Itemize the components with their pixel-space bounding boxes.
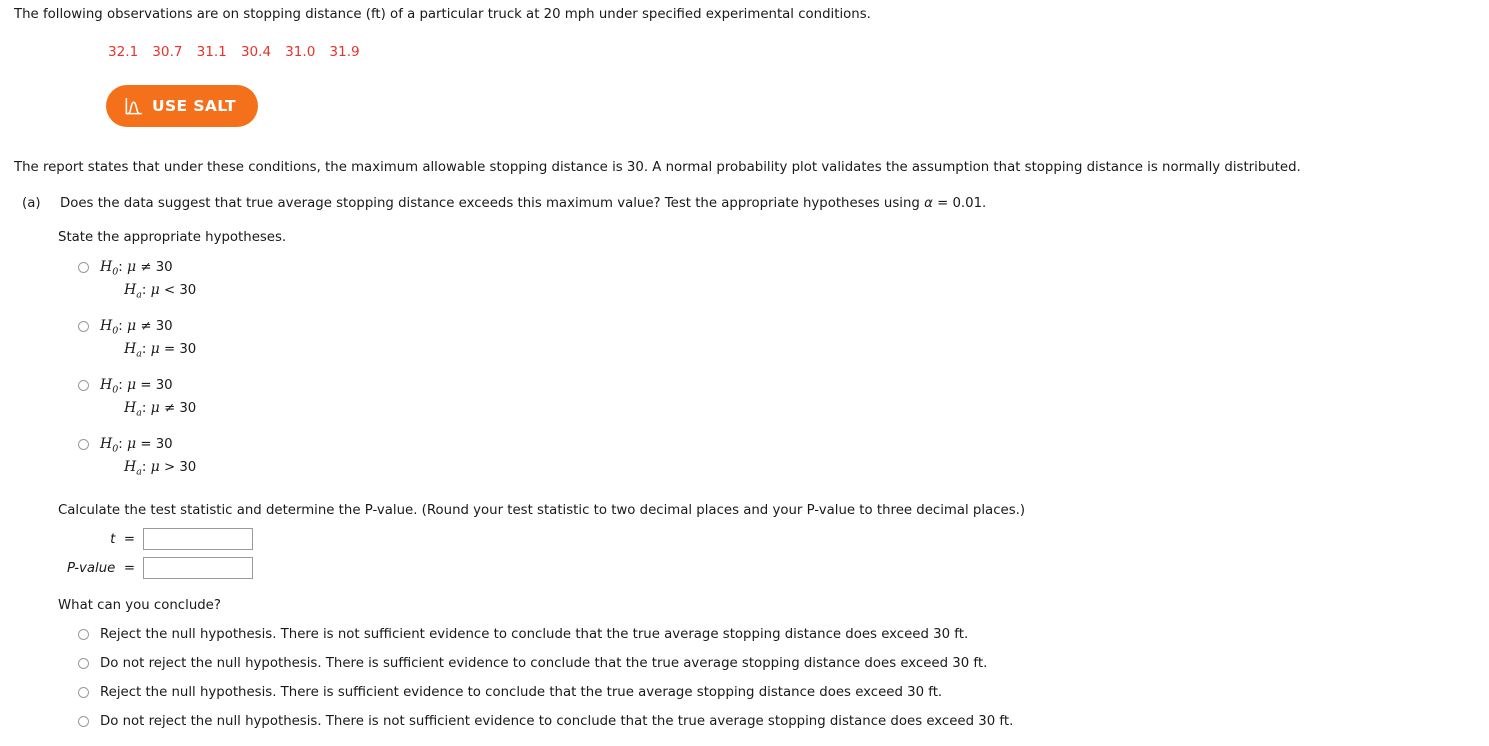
hypothesis-radio[interactable]: [78, 439, 89, 450]
mu-symbol: μ: [150, 459, 160, 475]
colon: :: [118, 319, 123, 334]
colon: :: [141, 401, 147, 416]
null-symbol: H: [100, 377, 113, 393]
observation-value: 31.1: [196, 44, 227, 60]
conclusion-radio[interactable]: [78, 629, 89, 640]
hypotheses-option-group: H0: μ ≠ 30 Ha: μ < 30 H0: μ ≠ 30 Ha: μ =…: [76, 256, 496, 492]
conclusion-option[interactable]: Do not reject the null hypothesis. There…: [76, 654, 1276, 683]
null-value: 30: [155, 437, 173, 452]
null-relation: =: [140, 437, 152, 452]
conclusion-option[interactable]: Reject the null hypothesis. There is suf…: [76, 683, 1276, 712]
conclusion-option-group: Reject the null hypothesis. There is not…: [76, 625, 1276, 741]
null-symbol: H: [100, 259, 113, 275]
null-value: 30: [155, 319, 173, 334]
use-salt-label: USE SALT: [152, 97, 236, 115]
hypothesis-null-line: H0: μ = 30: [100, 433, 496, 456]
mu-symbol: μ: [126, 318, 137, 334]
calculate-instruction: Calculate the test statistic and determi…: [58, 503, 1026, 518]
problem-page: The following observations are on stoppi…: [0, 0, 1489, 746]
test-statistic-row: t =: [0, 528, 253, 550]
part-a-question-post: = 0.01.: [932, 196, 987, 211]
part-a-question-pre: Does the data suggest that true average …: [60, 196, 925, 211]
colon: :: [118, 378, 123, 393]
observation-value: 32.1: [108, 44, 139, 60]
alt-value: 30: [179, 283, 197, 298]
null-symbol: H: [100, 436, 113, 452]
mu-symbol: μ: [126, 436, 137, 452]
conclusion-option-label: Reject the null hypothesis. There is not…: [100, 627, 969, 642]
mu-symbol: μ: [150, 341, 160, 357]
colon: :: [141, 283, 147, 298]
conclusion-option-label: Reject the null hypothesis. There is suf…: [100, 685, 943, 700]
conclusion-prompt: What can you conclude?: [58, 598, 221, 613]
alt-value: 30: [179, 460, 197, 475]
hypothesis-radio[interactable]: [78, 262, 89, 273]
conclusion-radio[interactable]: [78, 687, 89, 698]
alt-symbol: H: [124, 400, 137, 416]
alt-symbol: H: [124, 459, 137, 475]
null-value: 30: [155, 378, 173, 393]
observation-value: 30.4: [240, 44, 272, 60]
hypothesis-alt-line: Ha: μ > 30: [100, 456, 496, 479]
conclusion-option[interactable]: Do not reject the null hypothesis. There…: [76, 712, 1276, 741]
mu-symbol: μ: [150, 400, 160, 416]
colon: :: [141, 460, 147, 475]
null-relation: =: [140, 378, 152, 393]
observation-value: 31.0: [285, 44, 316, 60]
part-a-question: (a) Does the data suggest that true avera…: [22, 196, 986, 211]
hypothesis-option[interactable]: H0: μ = 30 Ha: μ ≠ 30: [76, 374, 496, 420]
p-value-input[interactable]: [143, 557, 253, 579]
hypothesis-radio[interactable]: [78, 380, 89, 391]
hypothesis-radio[interactable]: [78, 321, 89, 332]
conclusion-option-label: Do not reject the null hypothesis. There…: [100, 656, 988, 671]
hypothesis-alt-line: Ha: μ < 30: [100, 279, 496, 302]
null-relation: ≠: [140, 260, 152, 275]
null-value: 30: [155, 260, 173, 275]
mu-symbol: μ: [150, 282, 160, 298]
distribution-curve-icon: [124, 97, 143, 116]
hypothesis-null-line: H0: μ = 30: [100, 374, 496, 397]
test-statistic-input[interactable]: [143, 528, 253, 550]
alt-relation: ≠: [163, 401, 176, 416]
alt-value: 30: [179, 401, 197, 416]
colon: :: [118, 437, 123, 452]
p-value-row: P-value =: [0, 557, 253, 579]
alt-relation: >: [163, 460, 176, 475]
conclusion-radio[interactable]: [78, 716, 89, 727]
mu-symbol: μ: [126, 259, 137, 275]
intro-text: The following observations are on stoppi…: [14, 7, 871, 22]
alt-relation: <: [163, 283, 176, 298]
conclusion-radio[interactable]: [78, 658, 89, 669]
part-a-marker: (a): [22, 196, 41, 211]
conclusion-option[interactable]: Reject the null hypothesis. There is not…: [76, 625, 1276, 654]
observation-value: 30.7: [152, 44, 183, 60]
test-statistic-label: t =: [110, 531, 135, 547]
alt-relation: =: [163, 342, 176, 357]
use-salt-button[interactable]: USE SALT: [106, 85, 258, 127]
mu-symbol: μ: [126, 377, 137, 393]
null-symbol: H: [100, 318, 113, 334]
hypothesis-alt-line: Ha: μ = 30: [100, 338, 496, 361]
alpha-symbol: α: [924, 196, 933, 211]
hypothesis-option[interactable]: H0: μ ≠ 30 Ha: μ = 30: [76, 315, 496, 361]
observation-value: 31.9: [329, 44, 360, 60]
hypothesis-option[interactable]: H0: μ = 30 Ha: μ > 30: [76, 433, 496, 479]
null-relation: ≠: [140, 319, 152, 334]
report-text: The report states that under these condi…: [14, 160, 1301, 175]
observations-list: 32.1 30.7 31.1 30.4 31.0 31.9: [108, 44, 360, 60]
hypothesis-null-line: H0: μ ≠ 30: [100, 315, 496, 338]
p-value-label: P-value =: [66, 560, 135, 576]
hypothesis-alt-line: Ha: μ ≠ 30: [100, 397, 496, 420]
conclusion-option-label: Do not reject the null hypothesis. There…: [100, 714, 1014, 729]
colon: :: [118, 260, 123, 275]
alt-symbol: H: [124, 282, 137, 298]
hypotheses-prompt: State the appropriate hypotheses.: [58, 230, 287, 245]
hypothesis-option[interactable]: H0: μ ≠ 30 Ha: μ < 30: [76, 256, 496, 302]
colon: :: [141, 342, 147, 357]
alt-symbol: H: [124, 341, 137, 357]
alt-value: 30: [179, 342, 197, 357]
hypothesis-null-line: H0: μ ≠ 30: [100, 256, 496, 279]
answer-fields: t = P-value =: [0, 528, 253, 586]
